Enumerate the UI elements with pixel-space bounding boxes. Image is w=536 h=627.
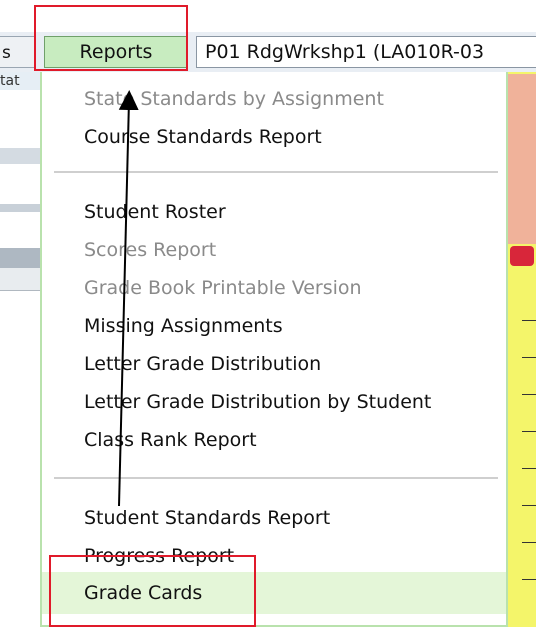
annotation-arrow-icon (118, 90, 139, 507)
